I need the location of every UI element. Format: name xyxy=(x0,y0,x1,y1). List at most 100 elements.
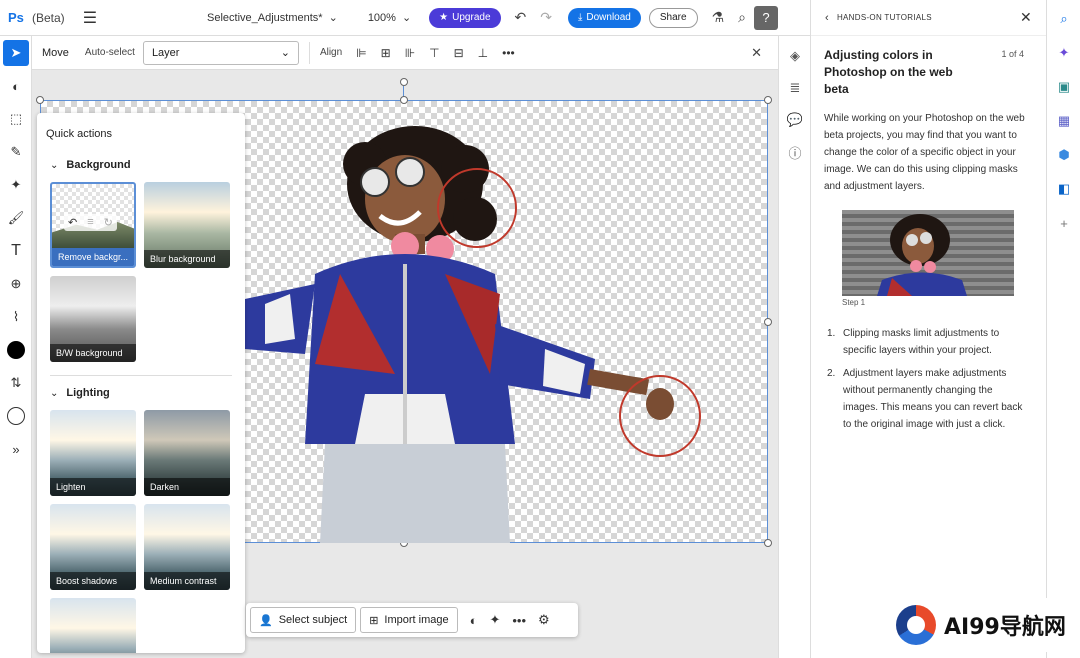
quick-actions-title: Quick actions xyxy=(46,128,113,140)
download-label: Download xyxy=(586,12,631,23)
chevron-down-icon: ⌄ xyxy=(401,12,412,24)
download-button[interactable]: ⤓ Download xyxy=(567,7,641,28)
lighten-action[interactable]: Lighten xyxy=(50,410,136,496)
contextual-taskbar: 👤 Select subject ⊞ Import image ◐ ✦ ••• … xyxy=(246,603,578,637)
beta-label: (Beta) xyxy=(32,10,65,25)
align-bottom-icon[interactable]: ⊥ xyxy=(478,46,488,60)
close-icon[interactable]: ✕ xyxy=(1020,9,1032,26)
watermark-logo: AI99导航网 xyxy=(888,598,1074,652)
transform-handle[interactable] xyxy=(764,318,772,326)
transform-handle[interactable] xyxy=(764,96,772,104)
align-right-icon[interactable]: ⊪ xyxy=(405,46,415,60)
add-icon[interactable]: + xyxy=(1047,206,1080,240)
photoshop-logo-icon[interactable]: Ps xyxy=(8,9,26,27)
undo-icon[interactable]: ↶ xyxy=(68,216,77,229)
chevron-left-icon[interactable]: ‹ xyxy=(825,12,829,24)
foreground-color-icon[interactable] xyxy=(3,337,29,363)
select-subject-button[interactable]: 👤 Select subject xyxy=(250,607,357,633)
align-top-icon[interactable]: ⊤ xyxy=(429,46,439,60)
layers-icon[interactable]: ◈ xyxy=(779,40,811,72)
share-button[interactable]: Share xyxy=(648,7,698,28)
download-icon: ⤓ xyxy=(577,12,583,23)
background-color-icon[interactable] xyxy=(3,403,29,429)
boost-shadows-action[interactable]: Boost shadows xyxy=(50,504,136,590)
action-label: Remove backgr... xyxy=(52,248,134,266)
type-tool-icon[interactable]: T xyxy=(3,238,29,264)
add-image-icon[interactable]: ⊕ xyxy=(3,271,29,297)
list-item-text: Adjustment layers make adjustments witho… xyxy=(843,368,1023,430)
zoom-dropdown[interactable]: 100% ⌄ xyxy=(368,11,412,25)
hexagon-icon[interactable]: ⬢ xyxy=(1047,138,1080,172)
select-tool-icon[interactable]: ⬚ xyxy=(3,106,29,132)
darken-action[interactable]: Darken xyxy=(144,410,230,496)
align-center-icon[interactable]: ⊞ xyxy=(381,46,391,60)
teams-icon[interactable]: ▦ xyxy=(1047,104,1080,138)
action-label: Medium contrast xyxy=(144,572,230,590)
bw-background-action[interactable]: B/W background xyxy=(50,276,136,362)
refresh-icon[interactable]: ↻ xyxy=(104,216,113,229)
more-icon[interactable]: ••• xyxy=(502,46,515,60)
import-image-button[interactable]: ⊞ Import image xyxy=(360,607,458,633)
move-label: Move xyxy=(42,46,69,59)
section-background-header[interactable]: ⌄ Background xyxy=(50,159,131,171)
sparkle-icon[interactable]: ✦ xyxy=(489,612,500,628)
swap-colors-icon[interactable]: ⇅ xyxy=(3,370,29,396)
chevron-down-icon: ⌄ xyxy=(328,12,338,24)
options-bar: Move Auto-select Layer ⌄ Align ⊫ ⊞ ⊪ ⊤ ⊟… xyxy=(32,36,778,70)
healing-brush-icon[interactable]: ✎ xyxy=(3,139,29,165)
divider xyxy=(50,375,232,376)
action-label: Blur background xyxy=(144,250,230,268)
tutorial-steps-list: 1. Clipping masks limit adjustments to sp… xyxy=(827,325,1027,439)
adjustment-icon[interactable]: ◐ xyxy=(470,613,478,628)
import-image-label: Import image xyxy=(384,614,449,626)
help-icon[interactable]: ? xyxy=(753,5,778,30)
action-label: Lighten xyxy=(50,478,136,496)
watermark-badge-icon xyxy=(896,605,936,645)
eyedropper-icon[interactable]: ⌇ xyxy=(3,304,29,330)
layer-select[interactable]: Layer ⌄ xyxy=(142,40,299,65)
info-icon[interactable]: ⓘ xyxy=(779,136,811,168)
section-lighting-header[interactable]: ⌄ Lighting xyxy=(50,387,110,399)
align-left-icon[interactable]: ⊫ xyxy=(356,46,366,60)
more-action-thumbnail[interactable] xyxy=(50,598,136,653)
comments-icon[interactable]: 💬 xyxy=(779,104,811,136)
transform-handle[interactable] xyxy=(36,96,44,104)
copilot-icon[interactable]: ✦ xyxy=(1047,36,1080,70)
align-middle-icon[interactable]: ⊟ xyxy=(454,46,464,60)
document-name-dropdown[interactable]: Selective_Adjustments* ⌄ xyxy=(207,11,338,25)
move-tool-icon[interactable]: ➤ xyxy=(3,40,29,66)
redo-icon[interactable]: ↷ xyxy=(540,9,552,26)
briefcase-icon[interactable]: ▣ xyxy=(1047,70,1080,104)
list-item-text: Clipping masks limit adjustments to spec… xyxy=(843,328,1000,356)
sliders-icon[interactable]: ≡ xyxy=(87,216,93,229)
transform-handle[interactable] xyxy=(400,96,408,104)
app-strip: ⌕ ✦ ▣ ▦ ⬢ ◧ + xyxy=(1046,0,1080,658)
close-icon[interactable]: ✕ xyxy=(751,45,762,61)
section-lighting-label: Lighting xyxy=(66,387,110,399)
adjustment-tool-icon[interactable]: ◐ xyxy=(3,73,29,99)
flask-icon[interactable]: ⚗ xyxy=(712,9,725,26)
upgrade-button[interactable]: ★ Upgrade xyxy=(429,7,501,28)
list-item: 1. Clipping masks limit adjustments to sp… xyxy=(827,325,1027,359)
image-plus-icon: ⊞ xyxy=(369,614,379,627)
more-icon[interactable]: ••• xyxy=(512,613,526,628)
expand-tools-icon[interactable]: » xyxy=(3,436,29,462)
transform-handle[interactable] xyxy=(764,539,772,547)
section-background-label: Background xyxy=(66,159,131,171)
adjustments-icon[interactable]: ≣ xyxy=(779,72,811,104)
search-icon[interactable]: ⌕ xyxy=(738,9,746,26)
search-icon[interactable]: ⌕ xyxy=(1047,2,1080,36)
remove-background-action[interactable]: ↶ ≡ ↻ Remove backgr... xyxy=(50,182,136,268)
rotate-handle[interactable] xyxy=(400,78,408,86)
undo-icon[interactable]: ↶ xyxy=(515,9,527,26)
brush-tool-icon[interactable]: 🖌 xyxy=(3,205,29,231)
tutorial-body: While working on your Photoshop on the w… xyxy=(824,113,1025,192)
settings-sliders-icon[interactable]: ⚙ xyxy=(538,612,550,628)
generative-tool-icon[interactable]: ✦ xyxy=(3,172,29,198)
quick-actions-panel: Quick actions ⌄ Background ↶ ≡ ↻ Remove … xyxy=(37,113,245,653)
outlook-icon[interactable]: ◧ xyxy=(1047,172,1080,206)
medium-contrast-action[interactable]: Medium contrast xyxy=(144,504,230,590)
blur-background-action[interactable]: Blur background xyxy=(144,182,230,268)
menu-icon[interactable]: ☰ xyxy=(83,8,97,28)
person-icon: 👤 xyxy=(259,614,273,627)
